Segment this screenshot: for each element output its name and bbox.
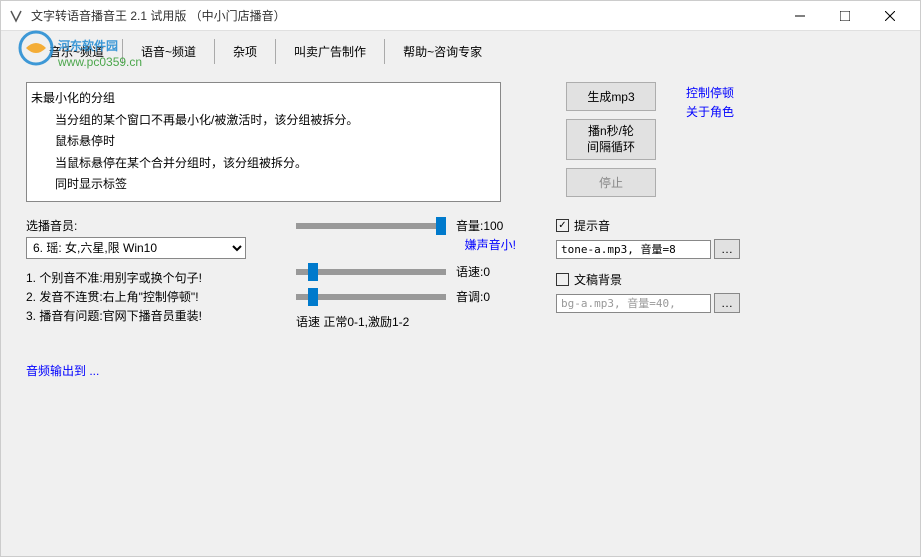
close-button[interactable] xyxy=(867,1,912,31)
volume-label: 音量:100 xyxy=(456,217,516,234)
bg-file-input[interactable] xyxy=(556,294,711,313)
tip-line: 1. 个别音不准:用别字或换个句子! xyxy=(26,269,286,288)
bg-label: 文稿背景 xyxy=(574,271,622,288)
app-icon xyxy=(9,8,25,24)
pause-control-link[interactable]: 控制停顿 xyxy=(686,84,734,101)
tips-list: 1. 个别音不准:用别字或换个句子! 2. 发音不连贯:右上角"控制停顿"! 3… xyxy=(26,269,286,327)
audio-output-link[interactable]: 音频输出到 ... xyxy=(26,362,286,379)
bg-browse-button[interactable]: … xyxy=(714,293,740,313)
maximize-button[interactable] xyxy=(822,1,867,31)
text-line: 当分组的某个窗口不再最小化/被激活时，该分组被拆分。 xyxy=(55,110,496,132)
announcer-label: 选播音员: xyxy=(26,217,286,234)
bg-checkbox[interactable] xyxy=(556,273,569,286)
volume-hint-link[interactable]: 嫌声音小! xyxy=(465,238,516,252)
window-title: 文字转语音播音王 2.1 试用版 （中小门店播音） xyxy=(31,7,777,24)
menu-voice[interactable]: 语音~频道 xyxy=(123,39,215,64)
speed-label: 语速:0 xyxy=(456,263,516,280)
volume-slider[interactable] xyxy=(296,223,446,229)
tone-browse-button[interactable]: … xyxy=(714,239,740,259)
titlebar: 文字转语音播音王 2.1 试用版 （中小门店播音） xyxy=(1,1,920,31)
loop-play-button[interactable]: 播n秒/轮 间隔循环 xyxy=(566,119,656,160)
tone-file-input[interactable] xyxy=(556,240,711,259)
text-line: 鼠标悬停时 xyxy=(55,131,496,153)
text-line: 未最小化的分组 xyxy=(31,88,496,110)
menu-music[interactable]: 音乐~频道 xyxy=(31,39,123,64)
stop-button[interactable]: 停止 xyxy=(566,168,656,197)
pitch-label: 音调:0 xyxy=(456,288,516,305)
menu-ads[interactable]: 叫卖广告制作 xyxy=(276,39,385,64)
generate-mp3-button[interactable]: 生成mp3 xyxy=(566,82,656,111)
speed-range-text: 语速 正常0-1,激励1-2 xyxy=(296,313,546,330)
menu-misc[interactable]: 杂项 xyxy=(215,39,276,64)
minimize-button[interactable] xyxy=(777,1,822,31)
tone-checkbox[interactable]: ✓ xyxy=(556,219,569,232)
text-line: 同时显示标签 xyxy=(55,174,496,196)
tip-line: 2. 发音不连贯:右上角"控制停顿"! xyxy=(26,288,286,307)
pitch-slider[interactable] xyxy=(296,294,446,300)
tip-line: 3. 播音有问题:官网下播音员重装! xyxy=(26,307,286,326)
main-textarea[interactable]: 未最小化的分组 当分组的某个窗口不再最小化/被激活时，该分组被拆分。 鼠标悬停时… xyxy=(26,82,501,202)
menu-help[interactable]: 帮助~咨询专家 xyxy=(385,39,500,64)
text-line: 当鼠标悬停在某个合并分组时，该分组被拆分。 xyxy=(55,153,496,175)
speed-slider[interactable] xyxy=(296,269,446,275)
menubar: 音乐~频道 语音~频道 杂项 叫卖广告制作 帮助~咨询专家 xyxy=(1,31,920,72)
tone-label: 提示音 xyxy=(574,217,610,234)
about-role-link[interactable]: 关于角色 xyxy=(686,103,734,120)
announcer-select[interactable]: 6. 瑶: 女,六星,限 Win10 xyxy=(26,237,246,259)
